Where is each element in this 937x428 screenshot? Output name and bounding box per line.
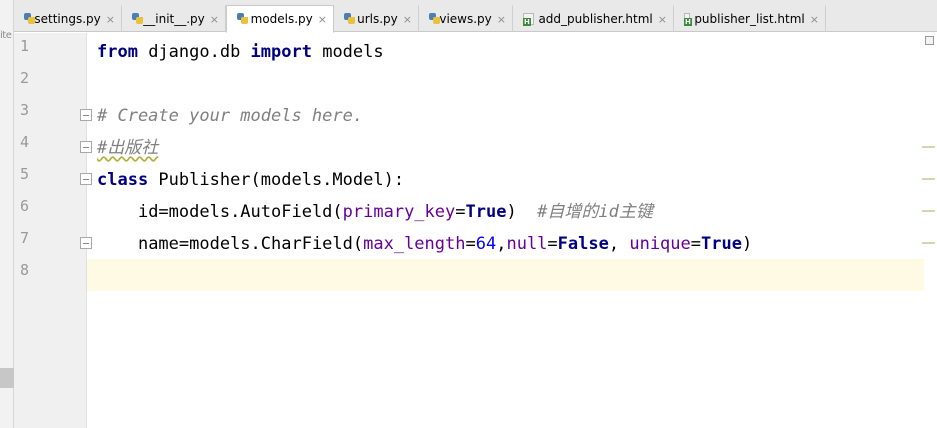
code-line-4[interactable]: #出版社 xyxy=(97,132,158,164)
html-file-icon xyxy=(684,13,693,26)
comma: , xyxy=(608,234,630,254)
comment-text: #自增的id主键 xyxy=(537,202,653,222)
inspection-status-icon[interactable] xyxy=(925,36,934,45)
fold-marker-icon[interactable] xyxy=(80,173,92,185)
tab-init-py[interactable]: __init__.py × xyxy=(122,5,226,32)
operator: = xyxy=(465,234,476,254)
class-declaration: Publisher(models.Model): xyxy=(148,170,405,190)
line-number: 6 xyxy=(20,197,30,215)
tab-models-py[interactable]: models.py × xyxy=(226,5,334,33)
project-panel-cut-text: ite xyxy=(0,30,12,41)
fold-marker-icon[interactable] xyxy=(80,141,92,153)
keyword-from: from xyxy=(97,42,138,62)
code-line-5[interactable]: class Publisher(models.Model): xyxy=(97,164,404,196)
project-panel-edge[interactable]: ite xyxy=(0,0,14,428)
stripe-mark[interactable] xyxy=(922,242,935,244)
code-line-3[interactable]: # Create your models here. xyxy=(97,100,363,132)
keyword-argument: max_length xyxy=(363,234,466,254)
tab-label: add_publisher.html xyxy=(538,12,653,26)
close-icon[interactable]: × xyxy=(106,13,115,26)
python-file-icon xyxy=(24,13,36,25)
tab-label: __init__.py xyxy=(143,12,205,26)
line-number: 5 xyxy=(20,165,30,183)
line-number: 1 xyxy=(20,37,30,55)
close-icon[interactable]: × xyxy=(810,13,819,26)
fold-marker-icon[interactable] xyxy=(80,237,92,249)
keyword-class: class xyxy=(97,170,149,190)
tab-label: views.py xyxy=(439,12,492,26)
field-assignment: id=models.AutoField( xyxy=(137,202,343,222)
project-panel-selection xyxy=(0,368,14,388)
keyword-true: True xyxy=(465,202,507,222)
python-file-icon xyxy=(132,13,144,25)
tab-add-publisher-html[interactable]: add_publisher.html × xyxy=(513,5,674,32)
imported-name: models xyxy=(311,42,384,62)
close-icon[interactable]: × xyxy=(658,13,667,26)
tab-publisher-list-html[interactable]: publisher_list.html × xyxy=(674,5,826,32)
tab-urls-py[interactable]: urls.py × xyxy=(334,5,419,32)
error-stripe[interactable] xyxy=(924,33,937,428)
tab-settings-py[interactable]: settings.py × xyxy=(14,5,122,32)
html-file-icon xyxy=(523,13,535,26)
python-file-icon xyxy=(429,13,441,25)
editor-tab-bar: settings.py × __init__.py × models.py × … xyxy=(14,0,937,33)
line-number: 3 xyxy=(20,101,30,119)
comment-text: #出版社 xyxy=(97,138,159,158)
line-number: 7 xyxy=(20,229,30,247)
close-icon[interactable]: × xyxy=(210,13,219,26)
number-literal: 64 xyxy=(475,234,497,254)
close-icon[interactable]: × xyxy=(318,13,327,26)
stripe-mark[interactable] xyxy=(922,146,935,148)
comma: , xyxy=(496,234,507,254)
keyword-argument: null xyxy=(506,234,548,254)
operator: = xyxy=(690,234,702,254)
python-file-icon xyxy=(237,13,248,25)
keyword-argument: unique xyxy=(629,234,691,254)
operator: = xyxy=(455,202,466,222)
module-path: django.db xyxy=(137,42,251,62)
code-line-1[interactable]: from django.db import models xyxy=(97,36,384,68)
close-icon[interactable]: × xyxy=(403,13,412,26)
tab-label: publisher_list.html xyxy=(694,12,805,26)
operator: = xyxy=(547,234,558,254)
current-line-highlight xyxy=(14,259,937,291)
code-line-7[interactable]: name=models.CharField(max_length=64,null… xyxy=(97,228,752,260)
keyword-argument: primary_key xyxy=(342,202,456,222)
tab-label: settings.py xyxy=(34,12,101,26)
comment-text: # Create your models here. xyxy=(97,106,364,126)
closing-paren: ) xyxy=(741,234,753,254)
line-number: 8 xyxy=(20,261,30,279)
tab-label: urls.py xyxy=(357,12,398,26)
keyword-import: import xyxy=(250,42,312,62)
closing-paren: ) xyxy=(506,202,538,222)
field-assignment: name=models.CharField( xyxy=(137,234,364,254)
stripe-mark[interactable] xyxy=(922,178,935,180)
line-number: 2 xyxy=(20,69,30,87)
stripe-mark[interactable] xyxy=(922,210,935,212)
keyword-true: True xyxy=(701,234,742,254)
python-file-icon xyxy=(344,13,356,25)
keyword-false: False xyxy=(557,234,609,254)
code-line-6[interactable]: id=models.AutoField(primary_key=True) #自… xyxy=(97,196,653,228)
tab-label: models.py xyxy=(250,12,313,26)
tab-views-py[interactable]: views.py × xyxy=(419,5,513,32)
fold-marker-icon[interactable] xyxy=(80,109,92,121)
close-icon[interactable]: × xyxy=(497,13,506,26)
line-number: 4 xyxy=(20,133,30,151)
